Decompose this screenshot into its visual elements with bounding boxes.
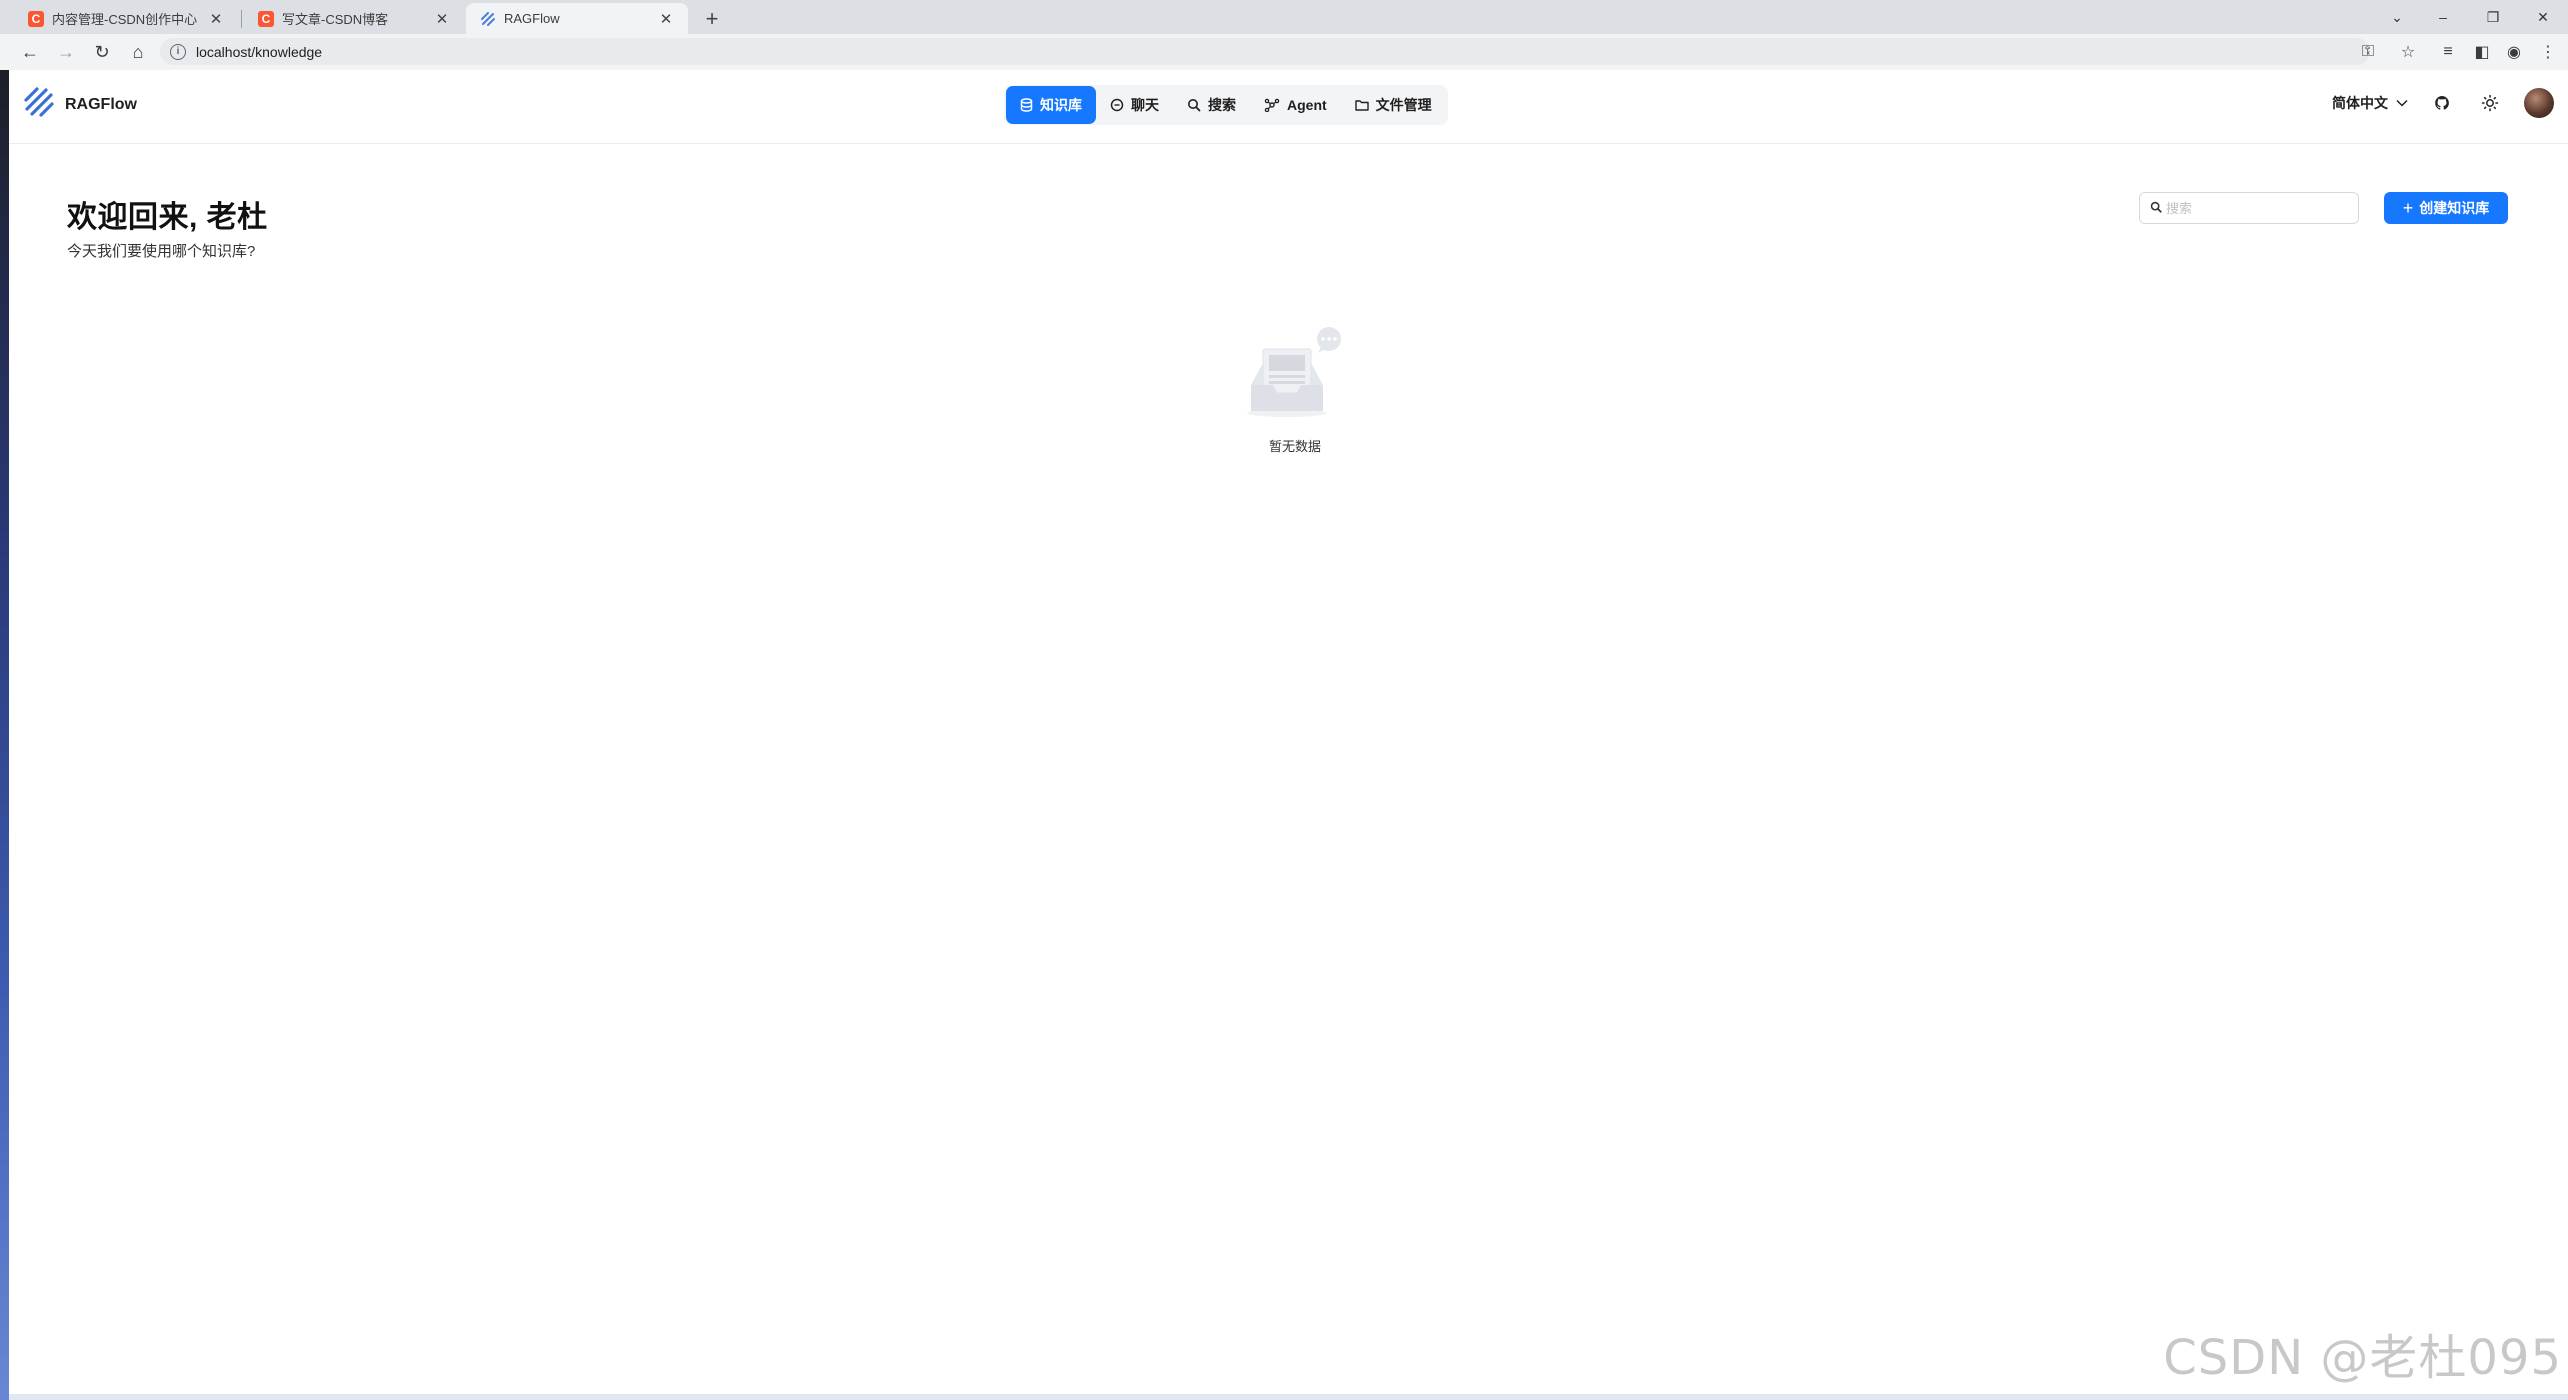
window-bottom-edge	[9, 1394, 2568, 1400]
ragflow-icon	[480, 11, 496, 27]
folder-icon	[1354, 99, 1369, 111]
browser-toolbar: ← → ↻ ⌂ i localhost/knowledge ⚿ ☆ ≡ ◧ ◉ …	[0, 34, 2568, 70]
close-tab-icon[interactable]: ✕	[434, 10, 450, 28]
create-knowledge-button[interactable]: + 创建知识库	[2384, 192, 2508, 224]
empty-inbox-icon	[1235, 327, 1355, 429]
close-tab-icon[interactable]: ✕	[208, 10, 224, 28]
browser-tab-csdn-write[interactable]: C 写文章-CSDN博客 ✕	[244, 3, 464, 34]
welcome-section: 欢迎回来, 老杜 今天我们要使用哪个知识库?	[67, 192, 268, 261]
search-icon	[2150, 201, 2162, 216]
header-actions: 简体中文	[2332, 88, 2554, 118]
app-name: RAGFlow	[65, 95, 137, 113]
search-icon	[1187, 98, 1201, 112]
nav-search[interactable]: 搜索	[1173, 86, 1250, 124]
nav-label: 文件管理	[1375, 97, 1432, 113]
nav-chat[interactable]: 聊天	[1096, 86, 1173, 124]
github-icon[interactable]	[2428, 89, 2456, 117]
new-tab-icon[interactable]: +	[698, 5, 726, 33]
nav-agent[interactable]: Agent	[1250, 86, 1341, 124]
nav-label: 知识库	[1040, 97, 1082, 113]
page-subtitle: 今天我们要使用哪个知识库?	[67, 243, 256, 260]
profile-icon[interactable]: ◉	[2500, 38, 2528, 66]
close-window-icon[interactable]: ✕	[2520, 0, 2566, 34]
desktop-edge	[0, 0, 9, 1400]
chevron-down-icon	[2396, 96, 2408, 110]
language-selector[interactable]: 简体中文	[2332, 93, 2408, 113]
back-icon[interactable]: ←	[16, 38, 44, 66]
agent-icon	[1264, 98, 1280, 112]
nav-label: 搜索	[1208, 97, 1236, 113]
bookmark-star-icon[interactable]: ☆	[2394, 38, 2422, 66]
csdn-icon: C	[28, 10, 44, 27]
main-nav: 知识库 聊天 搜索 Agent 文件管理	[1004, 85, 1448, 125]
nav-files[interactable]: 文件管理	[1341, 86, 1446, 124]
theme-sun-icon[interactable]	[2476, 89, 2504, 117]
browser-tab-ragflow[interactable]: RAGFlow ✕	[466, 3, 688, 34]
nav-knowledge[interactable]: 知识库	[1006, 86, 1096, 124]
reading-list-icon[interactable]: ≡	[2434, 38, 2462, 66]
url-text: localhost/knowledge	[196, 43, 323, 60]
close-tab-icon[interactable]: ✕	[658, 10, 674, 28]
ragflow-logo-icon	[23, 86, 55, 123]
watermark: CSDN @老杜095	[2163, 1330, 2562, 1386]
home-icon[interactable]: ⌂	[124, 38, 152, 66]
language-label: 简体中文	[2332, 95, 2388, 111]
reload-icon[interactable]: ↻	[88, 38, 116, 66]
app-logo[interactable]: RAGFlow	[23, 86, 137, 123]
nav-label: Agent	[1287, 97, 1327, 113]
app-header: RAGFlow 知识库 聊天 搜索 Agent 文件管理 简体中文	[9, 70, 2568, 144]
minimize-icon[interactable]: –	[2420, 0, 2466, 34]
page-title: 欢迎回来, 老杜	[67, 201, 268, 234]
tab-divider	[241, 10, 242, 28]
avatar[interactable]	[2524, 88, 2554, 118]
browser-tab-strip: C 内容管理-CSDN创作中心 ✕ C 写文章-CSDN博客 ✕ RAGFlow…	[0, 0, 2568, 34]
csdn-icon: C	[258, 10, 274, 27]
chat-icon	[1110, 98, 1124, 112]
address-bar[interactable]: i localhost/knowledge	[160, 38, 2370, 65]
forward-icon[interactable]: →	[52, 38, 80, 66]
password-key-icon[interactable]: ⚿	[2354, 38, 2382, 66]
knowledge-search[interactable]	[2139, 192, 2359, 224]
side-panel-icon[interactable]: ◧	[2468, 38, 2496, 66]
menu-kebab-icon[interactable]: ⋮	[2534, 38, 2562, 66]
site-info-icon[interactable]: i	[170, 43, 186, 60]
search-input[interactable]	[2166, 200, 2346, 216]
empty-text: 暂无数据	[1268, 439, 1321, 454]
database-icon	[1020, 98, 1033, 112]
plus-icon: +	[2402, 197, 2414, 218]
tab-title: RAGFlow	[504, 11, 560, 26]
tab-search-icon[interactable]: ⌄	[2374, 0, 2420, 34]
restore-icon[interactable]: ❐	[2470, 0, 2516, 34]
empty-state: 暂无数据	[1235, 325, 1355, 455]
browser-tab-csdn-content[interactable]: C 内容管理-CSDN创作中心 ✕	[14, 3, 238, 34]
nav-label: 聊天	[1131, 97, 1159, 113]
create-button-label: 创建知识库	[2419, 200, 2490, 216]
tab-title: 内容管理-CSDN创作中心	[52, 12, 198, 27]
tab-title: 写文章-CSDN博客	[282, 12, 389, 27]
